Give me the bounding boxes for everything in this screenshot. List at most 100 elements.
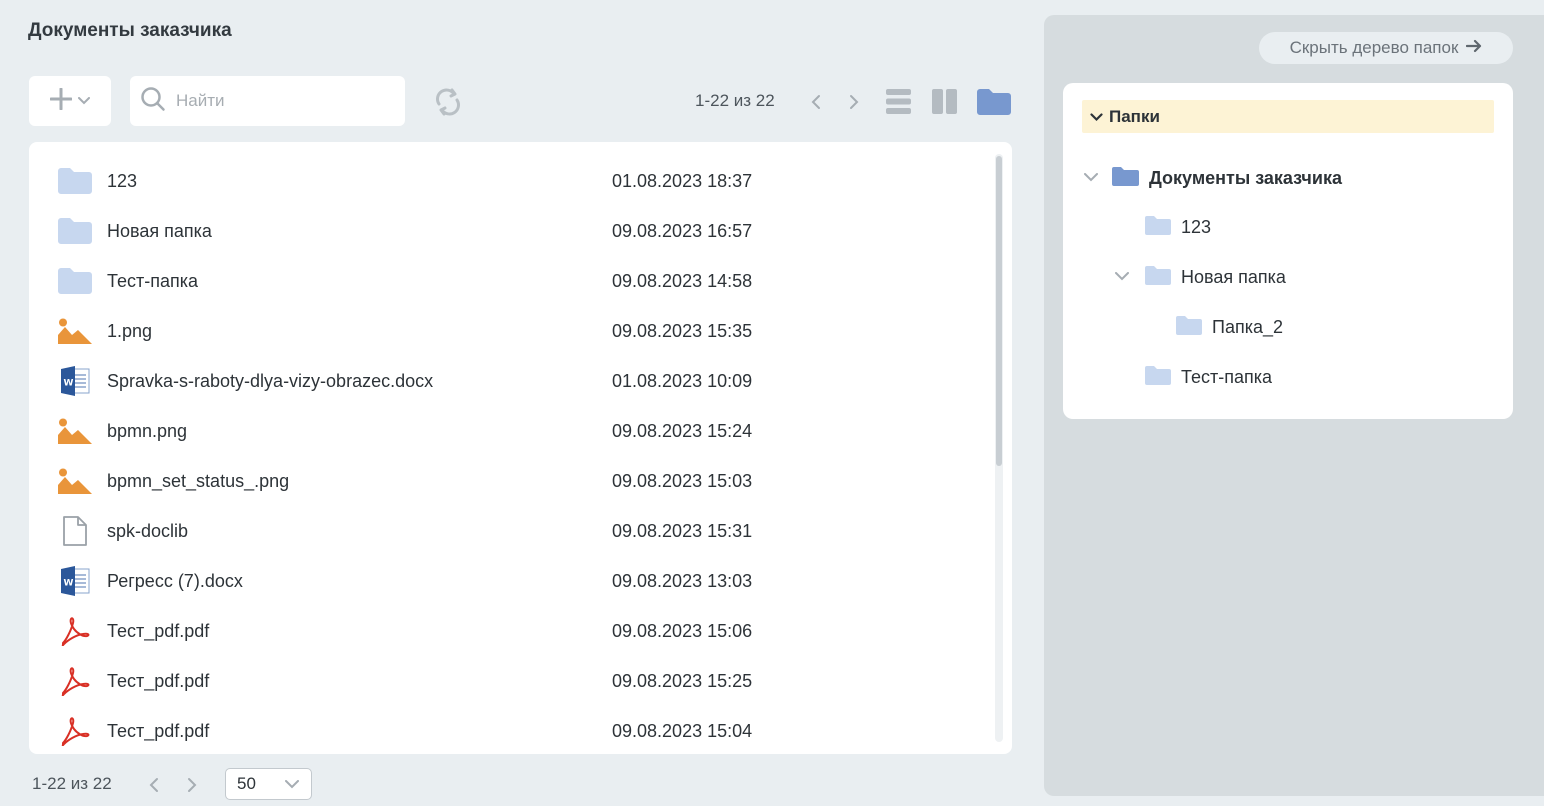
pdf-icon (57, 665, 93, 697)
tree-node-123[interactable]: 123 (1145, 212, 1211, 242)
file-list-panel: 123 01.08.2023 18:37 Новая папка 09.08.2023… (29, 142, 1012, 754)
svg-text:W: W (64, 379, 74, 389)
file-date: 09.08.2023 15:35 (612, 320, 753, 341)
next-page-bottom-button[interactable] (182, 773, 202, 797)
columns-view-button[interactable] (931, 88, 958, 115)
image-icon (57, 415, 93, 447)
hide-folder-tree-button[interactable]: Скрыть дерево папок (1259, 32, 1513, 64)
columns-view-icon (932, 89, 957, 114)
file-name[interactable]: Тест-папка (107, 271, 198, 292)
tree-node-label: Новая папка (1181, 266, 1286, 287)
folder-icon (1176, 315, 1202, 340)
hide-folder-tree-label: Скрыть дерево папок (1289, 38, 1459, 57)
file-name[interactable]: bpmn.png (107, 421, 187, 442)
folder-icon (57, 265, 93, 297)
file-name[interactable]: Регресс (7).docx (107, 571, 243, 592)
image-icon (57, 315, 93, 347)
file-date: 09.08.2023 15:04 (612, 720, 753, 741)
file-name[interactable]: 123 (107, 171, 137, 192)
tree-node-root[interactable]: Документы заказчика (1084, 163, 1342, 193)
file-row[interactable]: spk-doclib 09.08.2023 15:31 (29, 506, 989, 556)
folder-icon (1145, 265, 1171, 290)
tree-node-label: Папка_2 (1212, 316, 1283, 337)
list-view-button[interactable] (885, 88, 912, 115)
chevron-left-icon (811, 95, 820, 109)
next-page-button[interactable] (844, 90, 864, 114)
folder-view-button[interactable] (976, 88, 1012, 115)
file-row[interactable]: Тест_pdf.pdf 09.08.2023 15:04 (29, 706, 989, 754)
file-name[interactable]: bpmn_set_status_.png (107, 471, 289, 492)
plus-icon (49, 87, 73, 115)
folder-icon (1145, 215, 1171, 240)
folders-header[interactable]: Папки (1082, 100, 1494, 133)
word-doc-icon: W (57, 365, 93, 397)
search-icon (140, 86, 166, 117)
page-title: Документы заказчика (28, 20, 232, 41)
file-row[interactable]: 1.png 09.08.2023 15:35 (29, 306, 989, 356)
file-date: 09.08.2023 13:03 (612, 570, 753, 591)
refresh-icon (436, 88, 460, 116)
tree-node-new-folder[interactable]: Новая папка (1115, 262, 1286, 292)
file-name[interactable]: 1.png (107, 321, 152, 342)
image-icon (57, 465, 93, 497)
per-page-value: 50 (237, 774, 256, 793)
file-name[interactable]: Тест_pdf.pdf (107, 671, 209, 692)
folder-icon (57, 165, 93, 197)
pager-summary-bottom: 1-22 из 22 (32, 774, 112, 793)
file-date: 09.08.2023 14:58 (612, 270, 753, 291)
prev-page-button[interactable] (806, 90, 826, 114)
chevron-right-icon (850, 95, 859, 109)
file-row[interactable]: W Spravka-s-raboty-dlya-vizy-obrazec.docx… (29, 356, 989, 406)
file-row[interactable]: Тест-папка 09.08.2023 14:58 (29, 256, 989, 306)
file-date: 09.08.2023 15:06 (612, 620, 753, 641)
file-date: 09.08.2023 15:24 (612, 420, 753, 441)
chevron-down-icon (1115, 268, 1129, 286)
tree-node-folder-2[interactable]: Папка_2 (1176, 312, 1283, 342)
chevron-right-icon (188, 778, 197, 792)
add-button[interactable] (29, 76, 111, 126)
file-row[interactable]: W Регресс (7).docx 09.08.2023 13:03 (29, 556, 989, 606)
file-name[interactable]: Spravka-s-raboty-dlya-vizy-obrazec.docx (107, 371, 433, 392)
chevron-down-icon (1090, 107, 1103, 127)
file-date: 01.08.2023 18:37 (612, 170, 753, 191)
file-date: 01.08.2023 10:09 (612, 370, 753, 391)
search-box[interactable] (130, 76, 405, 126)
chevron-left-icon (149, 778, 158, 792)
folder-icon (1145, 365, 1171, 390)
file-date: 09.08.2023 15:31 (612, 520, 753, 541)
arrow-right-icon (1466, 38, 1482, 58)
word-doc-icon: W (57, 565, 93, 597)
chevron-down-icon (78, 92, 90, 110)
prev-page-bottom-button[interactable] (144, 773, 164, 797)
folder-view-icon (977, 89, 1011, 115)
file-name[interactable]: Новая папка (107, 221, 212, 242)
pdf-icon (57, 715, 93, 747)
file-name[interactable]: Тест_pdf.pdf (107, 721, 209, 742)
file-date: 09.08.2023 15:03 (612, 470, 753, 491)
file-row[interactable]: bpmn.png 09.08.2023 15:24 (29, 406, 989, 456)
file-row[interactable]: bpmn_set_status_.png 09.08.2023 15:03 (29, 456, 989, 506)
pdf-icon (57, 615, 93, 647)
folders-header-label: Папки (1109, 106, 1160, 126)
per-page-select[interactable]: 50 (225, 768, 312, 800)
chevron-down-icon (1084, 169, 1098, 187)
file-row[interactable]: Тест_pdf.pdf 09.08.2023 15:06 (29, 606, 989, 656)
list-view-icon (886, 89, 911, 114)
refresh-button[interactable] (432, 86, 464, 118)
chevron-down-icon (285, 774, 299, 794)
file-name[interactable]: spk-doclib (107, 521, 188, 542)
file-row[interactable]: 123 01.08.2023 18:37 (29, 156, 989, 206)
file-row[interactable]: Тест_pdf.pdf 09.08.2023 15:25 (29, 656, 989, 706)
file-row[interactable]: Новая папка 09.08.2023 16:57 (29, 206, 989, 256)
tree-node-label: Документы заказчика (1149, 167, 1342, 188)
tree-node-label: 123 (1181, 216, 1212, 237)
search-input[interactable] (176, 91, 396, 111)
svg-text:W: W (64, 579, 74, 589)
scrollbar-thumb[interactable] (996, 156, 1002, 466)
tree-node-test-folder[interactable]: Тест-папка (1145, 362, 1272, 392)
file-name[interactable]: Тест_pdf.pdf (107, 621, 209, 642)
file-date: 09.08.2023 16:57 (612, 220, 753, 241)
file-icon (57, 515, 93, 547)
folder-tree-card (1063, 83, 1513, 419)
pager-summary-top: 1-22 из 22 (695, 91, 775, 110)
